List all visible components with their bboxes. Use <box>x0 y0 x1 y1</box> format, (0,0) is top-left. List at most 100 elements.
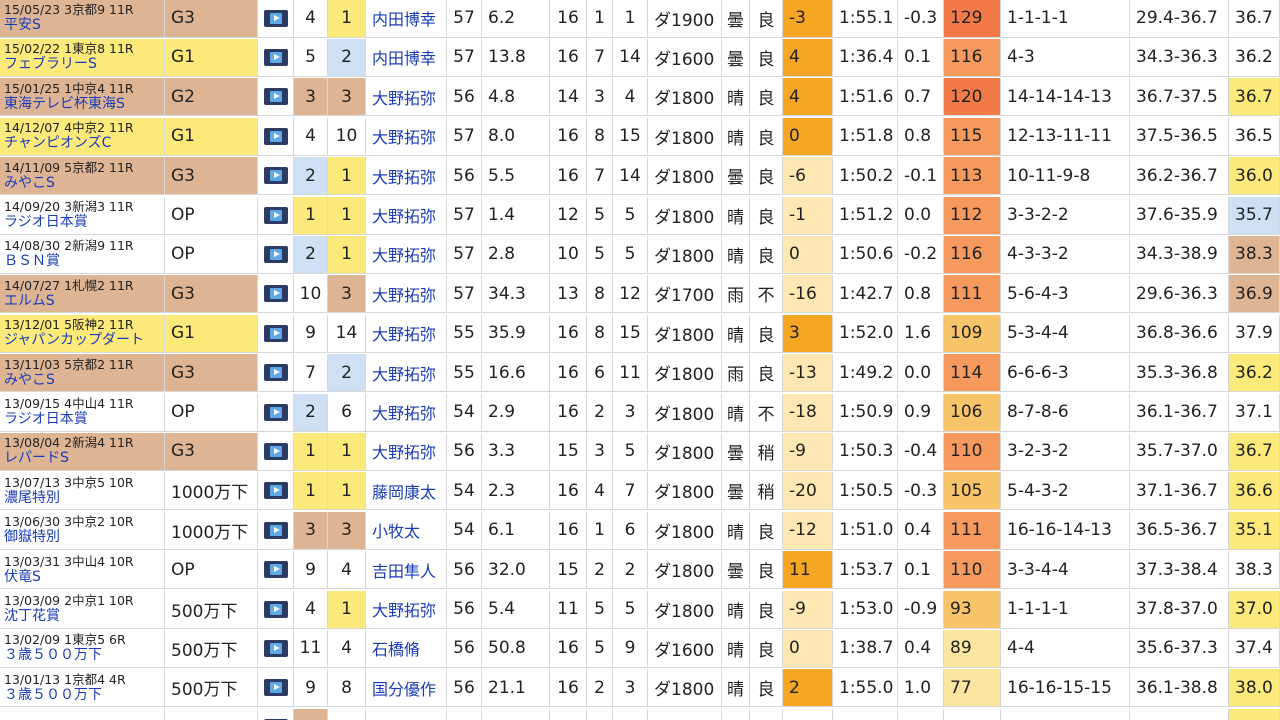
jockey-link-text[interactable]: 内田博幸 <box>372 6 436 30</box>
jockey-link-text[interactable]: 大野拓弥 <box>372 400 436 424</box>
jockey-link-text[interactable]: 大野拓弥 <box>372 124 436 148</box>
video-film-icon[interactable] <box>263 127 288 145</box>
race-date: 14/07/27 1札幌2 11R <box>4 277 134 293</box>
race-name-link[interactable]: ラジオ日本賞 <box>4 411 88 428</box>
video-film-icon[interactable] <box>263 324 288 342</box>
race-name-link[interactable]: 濃尾特別 <box>4 490 60 507</box>
race-name-link[interactable]: エルムS <box>4 293 55 310</box>
jockey-link-text[interactable]: 大野拓弥 <box>372 203 436 227</box>
video-film-icon[interactable] <box>263 639 288 657</box>
jockey-link[interactable]: 藤岡康太 <box>366 472 447 511</box>
passing-order-cell: 8-7-8-6 <box>1001 393 1130 432</box>
jockey-link-text[interactable]: 吉田隼人 <box>372 558 436 582</box>
jockey-link[interactable]: 大野拓弥 <box>366 432 447 471</box>
jockey-link[interactable]: 大野拓弥 <box>366 78 447 117</box>
going-cell: 稍 <box>750 432 783 471</box>
grade-cell-text: OP <box>171 402 195 422</box>
race-name-link[interactable]: 東海テレビ杯東海S <box>4 96 125 113</box>
race-name-link[interactable]: 沈丁花賞 <box>4 608 60 625</box>
jockey-link-text[interactable]: 大野拓弥 <box>372 321 436 345</box>
going-cell: 良 <box>750 354 783 393</box>
video-film-icon[interactable] <box>263 679 288 697</box>
jockey-link[interactable]: 大野拓弥 <box>366 590 447 629</box>
jockey-link[interactable]: 内田博幸 <box>366 0 447 38</box>
jockey-link[interactable]: 内田博幸 <box>366 38 447 77</box>
race-name-link[interactable]: ３歳５００万下 <box>4 687 102 704</box>
track-diff-cell: 3 <box>783 314 833 353</box>
video-film-icon[interactable] <box>263 285 288 303</box>
passing-order-cell-text: 4-3 <box>1007 47 1035 68</box>
race-name-link[interactable]: レパードS <box>4 450 69 467</box>
race-name-link[interactable]: ＢＳＮ賞 <box>4 253 60 270</box>
weight-cell-text: 57 <box>453 205 475 225</box>
race-name-link[interactable]: みやこS <box>4 372 55 389</box>
video-film-icon[interactable] <box>263 521 288 539</box>
video-film-icon[interactable] <box>263 9 288 27</box>
jockey-link[interactable]: 大野拓弥 <box>366 117 447 156</box>
video-film-icon[interactable] <box>263 482 288 500</box>
video-film-icon[interactable] <box>263 403 288 421</box>
odds-cell: 2.8 <box>482 235 550 274</box>
video-film-icon[interactable] <box>263 88 288 106</box>
pace-cell: 37.3-38.4 <box>1130 551 1229 590</box>
jockey-link[interactable]: 吉田隼人 <box>366 551 447 590</box>
weight-cell: 57 <box>447 275 482 314</box>
video-film-icon[interactable] <box>263 364 288 382</box>
jockey-link-text[interactable]: 大野拓弥 <box>372 85 436 109</box>
jockey-link[interactable]: 小牧太 <box>366 511 447 550</box>
finish-rank-cell-text: 1 <box>341 205 352 225</box>
race-name-link[interactable]: ３歳５００万下 <box>4 647 102 664</box>
speed-index-cell: 112 <box>944 196 1001 235</box>
video-film-icon[interactable] <box>263 600 288 618</box>
video-film-icon[interactable] <box>263 245 288 263</box>
race-name-link[interactable]: 伏竜S <box>4 569 41 586</box>
race-name-link[interactable]: ジャパンカップダート <box>4 332 144 349</box>
jockey-link-text[interactable]: 国分優作 <box>372 676 436 700</box>
course-cell-text: ダ1700 <box>654 286 715 307</box>
post-position-cell: 9 <box>294 314 328 353</box>
jockey-link-text[interactable]: 大野拓弥 <box>372 361 436 385</box>
video-film-icon[interactable] <box>263 48 288 66</box>
jockey-link-text[interactable]: 大野拓弥 <box>372 164 436 188</box>
jockey-link-text[interactable]: 小牧太 <box>372 518 420 542</box>
video-film-icon[interactable] <box>263 206 288 224</box>
race-name-link[interactable]: ラジオ日本賞 <box>4 214 88 231</box>
track-diff-cell: 4 <box>783 78 833 117</box>
jockey-link-text[interactable]: 石橋脩 <box>372 636 420 660</box>
video-film-icon[interactable] <box>263 167 288 185</box>
jockey-link[interactable]: 国分優作 <box>366 669 447 708</box>
jockey-link-text[interactable]: 大野拓弥 <box>372 242 436 266</box>
race-name-link[interactable]: みやこS <box>4 175 55 192</box>
jockey-link-text[interactable]: 藤岡康太 <box>372 479 436 503</box>
jockey-link[interactable]: 大野拓弥 <box>366 157 447 196</box>
odds-cell: 6.2 <box>482 0 550 38</box>
jockey-link-text[interactable]: 大野拓弥 <box>372 597 436 621</box>
race-name-link[interactable]: フェブラリーS <box>4 56 97 73</box>
video-film-icon[interactable] <box>263 442 288 460</box>
going-cell-text: 稍 <box>757 483 775 504</box>
pace-cell-text: 36.8-36.6 <box>1136 323 1218 344</box>
runners-cell: 16 <box>550 629 587 668</box>
jockey-link-text[interactable]: 内田博幸 <box>372 45 436 69</box>
race-name-link[interactable]: 御嶽特別 <box>4 529 60 546</box>
jockey-link[interactable]: 石橋脩 <box>366 629 447 668</box>
passing-order-cell-text: 16-16-14-13 <box>1007 520 1112 541</box>
jockey-link[interactable]: 大野拓弥 <box>366 196 447 235</box>
jockey-link[interactable]: 大野拓弥 <box>366 393 447 432</box>
video-film-icon[interactable] <box>263 561 288 579</box>
jockey-link-text[interactable]: 大野拓弥 <box>372 439 436 463</box>
weight-cell-text: 54 <box>453 480 475 501</box>
jockey-link[interactable] <box>366 708 447 720</box>
speed-index-cell: 93 <box>944 590 1001 629</box>
race-name-link[interactable]: チャンピオンズC <box>4 135 111 152</box>
jockey-link[interactable]: 大野拓弥 <box>366 354 447 393</box>
jockey-link[interactable]: 大野拓弥 <box>366 235 447 274</box>
speed-index-cell-text: 113 <box>950 165 983 186</box>
table-row: 14/12/07 4中京2 11R チャンピオンズC G1 4 10 大野拓弥 57 8.0 1… <box>0 117 1280 157</box>
jockey-link[interactable]: 大野拓弥 <box>366 314 447 353</box>
last-3f-cell: 36.7 <box>1229 0 1280 38</box>
jockey-link-text[interactable]: 大野拓弥 <box>372 282 436 306</box>
course-cell: ダ1900 <box>648 0 722 38</box>
race-name-link[interactable]: 平安S <box>4 17 41 34</box>
jockey-link[interactable]: 大野拓弥 <box>366 275 447 314</box>
